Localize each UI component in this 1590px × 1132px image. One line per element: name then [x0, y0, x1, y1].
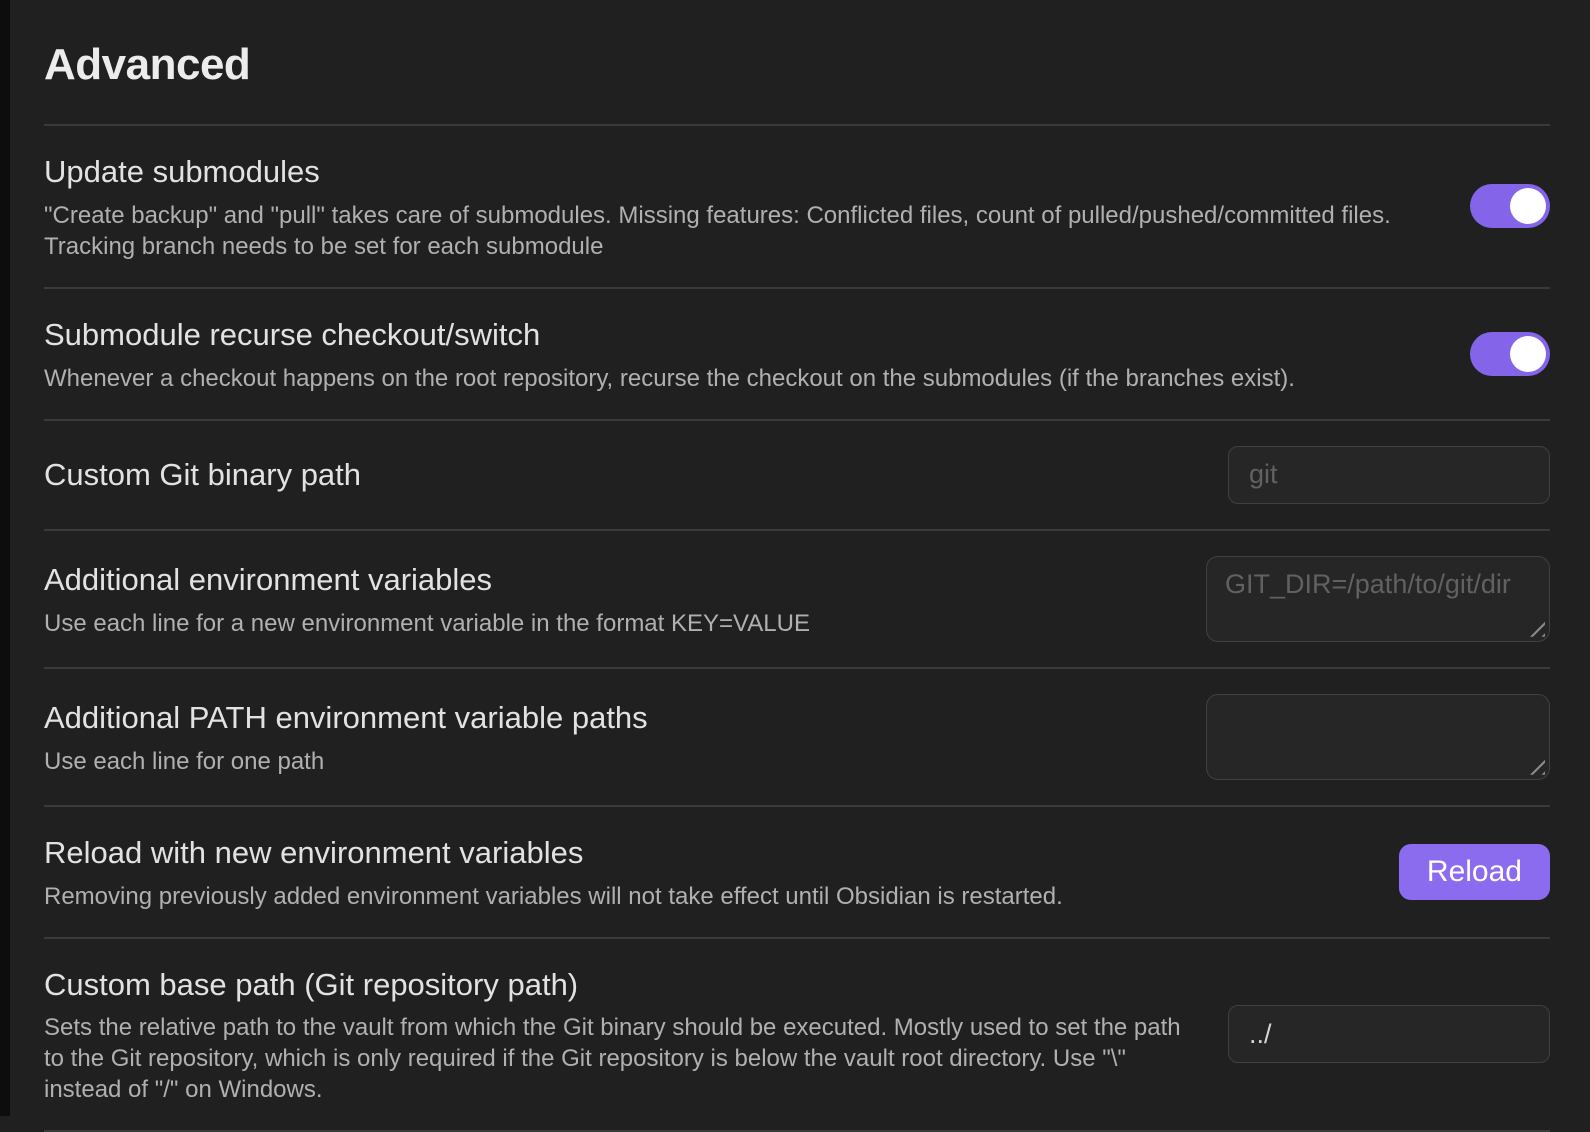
setting-description: Use each line for a new environment vari… — [44, 608, 1180, 639]
setting-description: Sets the relative path to the vault from… — [44, 1012, 1202, 1105]
setting-control — [1228, 446, 1550, 504]
setting-info: Submodule recurse checkout/switch Whenev… — [44, 314, 1444, 394]
setting-row-env-variables: Additional environment variables Use eac… — [44, 531, 1550, 669]
setting-info: Custom Git binary path — [44, 454, 1202, 496]
path-env-variables-textarea[interactable] — [1206, 694, 1550, 780]
setting-description: Use each line for one path — [44, 746, 1180, 777]
setting-info: Custom base path (Git repository path) S… — [44, 964, 1202, 1106]
setting-name: Additional PATH environment variable pat… — [44, 697, 1180, 739]
setting-control — [1470, 184, 1550, 228]
window-left-edge — [0, 0, 10, 1116]
setting-info: Update submodules "Create backup" and "p… — [44, 151, 1444, 262]
setting-name: Custom Git binary path — [44, 454, 1202, 496]
setting-name: Update submodules — [44, 151, 1444, 193]
update-submodules-toggle[interactable] — [1470, 184, 1550, 228]
submodule-recurse-toggle[interactable] — [1470, 332, 1550, 376]
setting-description: "Create backup" and "pull" takes care of… — [44, 200, 1444, 262]
textarea-wrapper — [1206, 694, 1550, 780]
setting-row-submodule-recurse: Submodule recurse checkout/switch Whenev… — [44, 289, 1550, 421]
setting-info: Additional PATH environment variable pat… — [44, 697, 1180, 777]
setting-description: Whenever a checkout happens on the root … — [44, 363, 1444, 394]
textarea-wrapper — [1206, 556, 1550, 642]
setting-row-custom-base-path: Custom base path (Git repository path) S… — [44, 939, 1550, 1132]
env-variables-textarea[interactable] — [1206, 556, 1550, 642]
setting-name: Custom base path (Git repository path) — [44, 964, 1202, 1006]
setting-row-git-binary-path: Custom Git binary path — [44, 421, 1550, 531]
setting-control — [1228, 1005, 1550, 1063]
reload-button[interactable]: Reload — [1399, 844, 1550, 900]
toggle-knob — [1510, 188, 1546, 224]
setting-info: Reload with new environment variables Re… — [44, 832, 1373, 912]
setting-row-path-env-variables: Additional PATH environment variable pat… — [44, 669, 1550, 807]
setting-row-reload-env: Reload with new environment variables Re… — [44, 807, 1550, 939]
setting-control: Reload — [1399, 844, 1550, 900]
setting-description: Removing previously added environment va… — [44, 881, 1373, 912]
settings-page-advanced: Advanced Update submodules "Create backu… — [10, 0, 1590, 1132]
setting-name: Additional environment variables — [44, 559, 1180, 601]
setting-name: Submodule recurse checkout/switch — [44, 314, 1444, 356]
git-binary-path-input[interactable] — [1228, 446, 1550, 504]
setting-control — [1206, 556, 1550, 642]
setting-info: Additional environment variables Use eac… — [44, 559, 1180, 639]
base-path-input[interactable] — [1228, 1005, 1550, 1063]
setting-control — [1470, 332, 1550, 376]
setting-control — [1206, 694, 1550, 780]
setting-name: Reload with new environment variables — [44, 832, 1373, 874]
setting-row-update-submodules: Update submodules "Create backup" and "p… — [44, 126, 1550, 289]
page-title: Advanced — [44, 40, 1550, 126]
toggle-knob — [1510, 336, 1546, 372]
